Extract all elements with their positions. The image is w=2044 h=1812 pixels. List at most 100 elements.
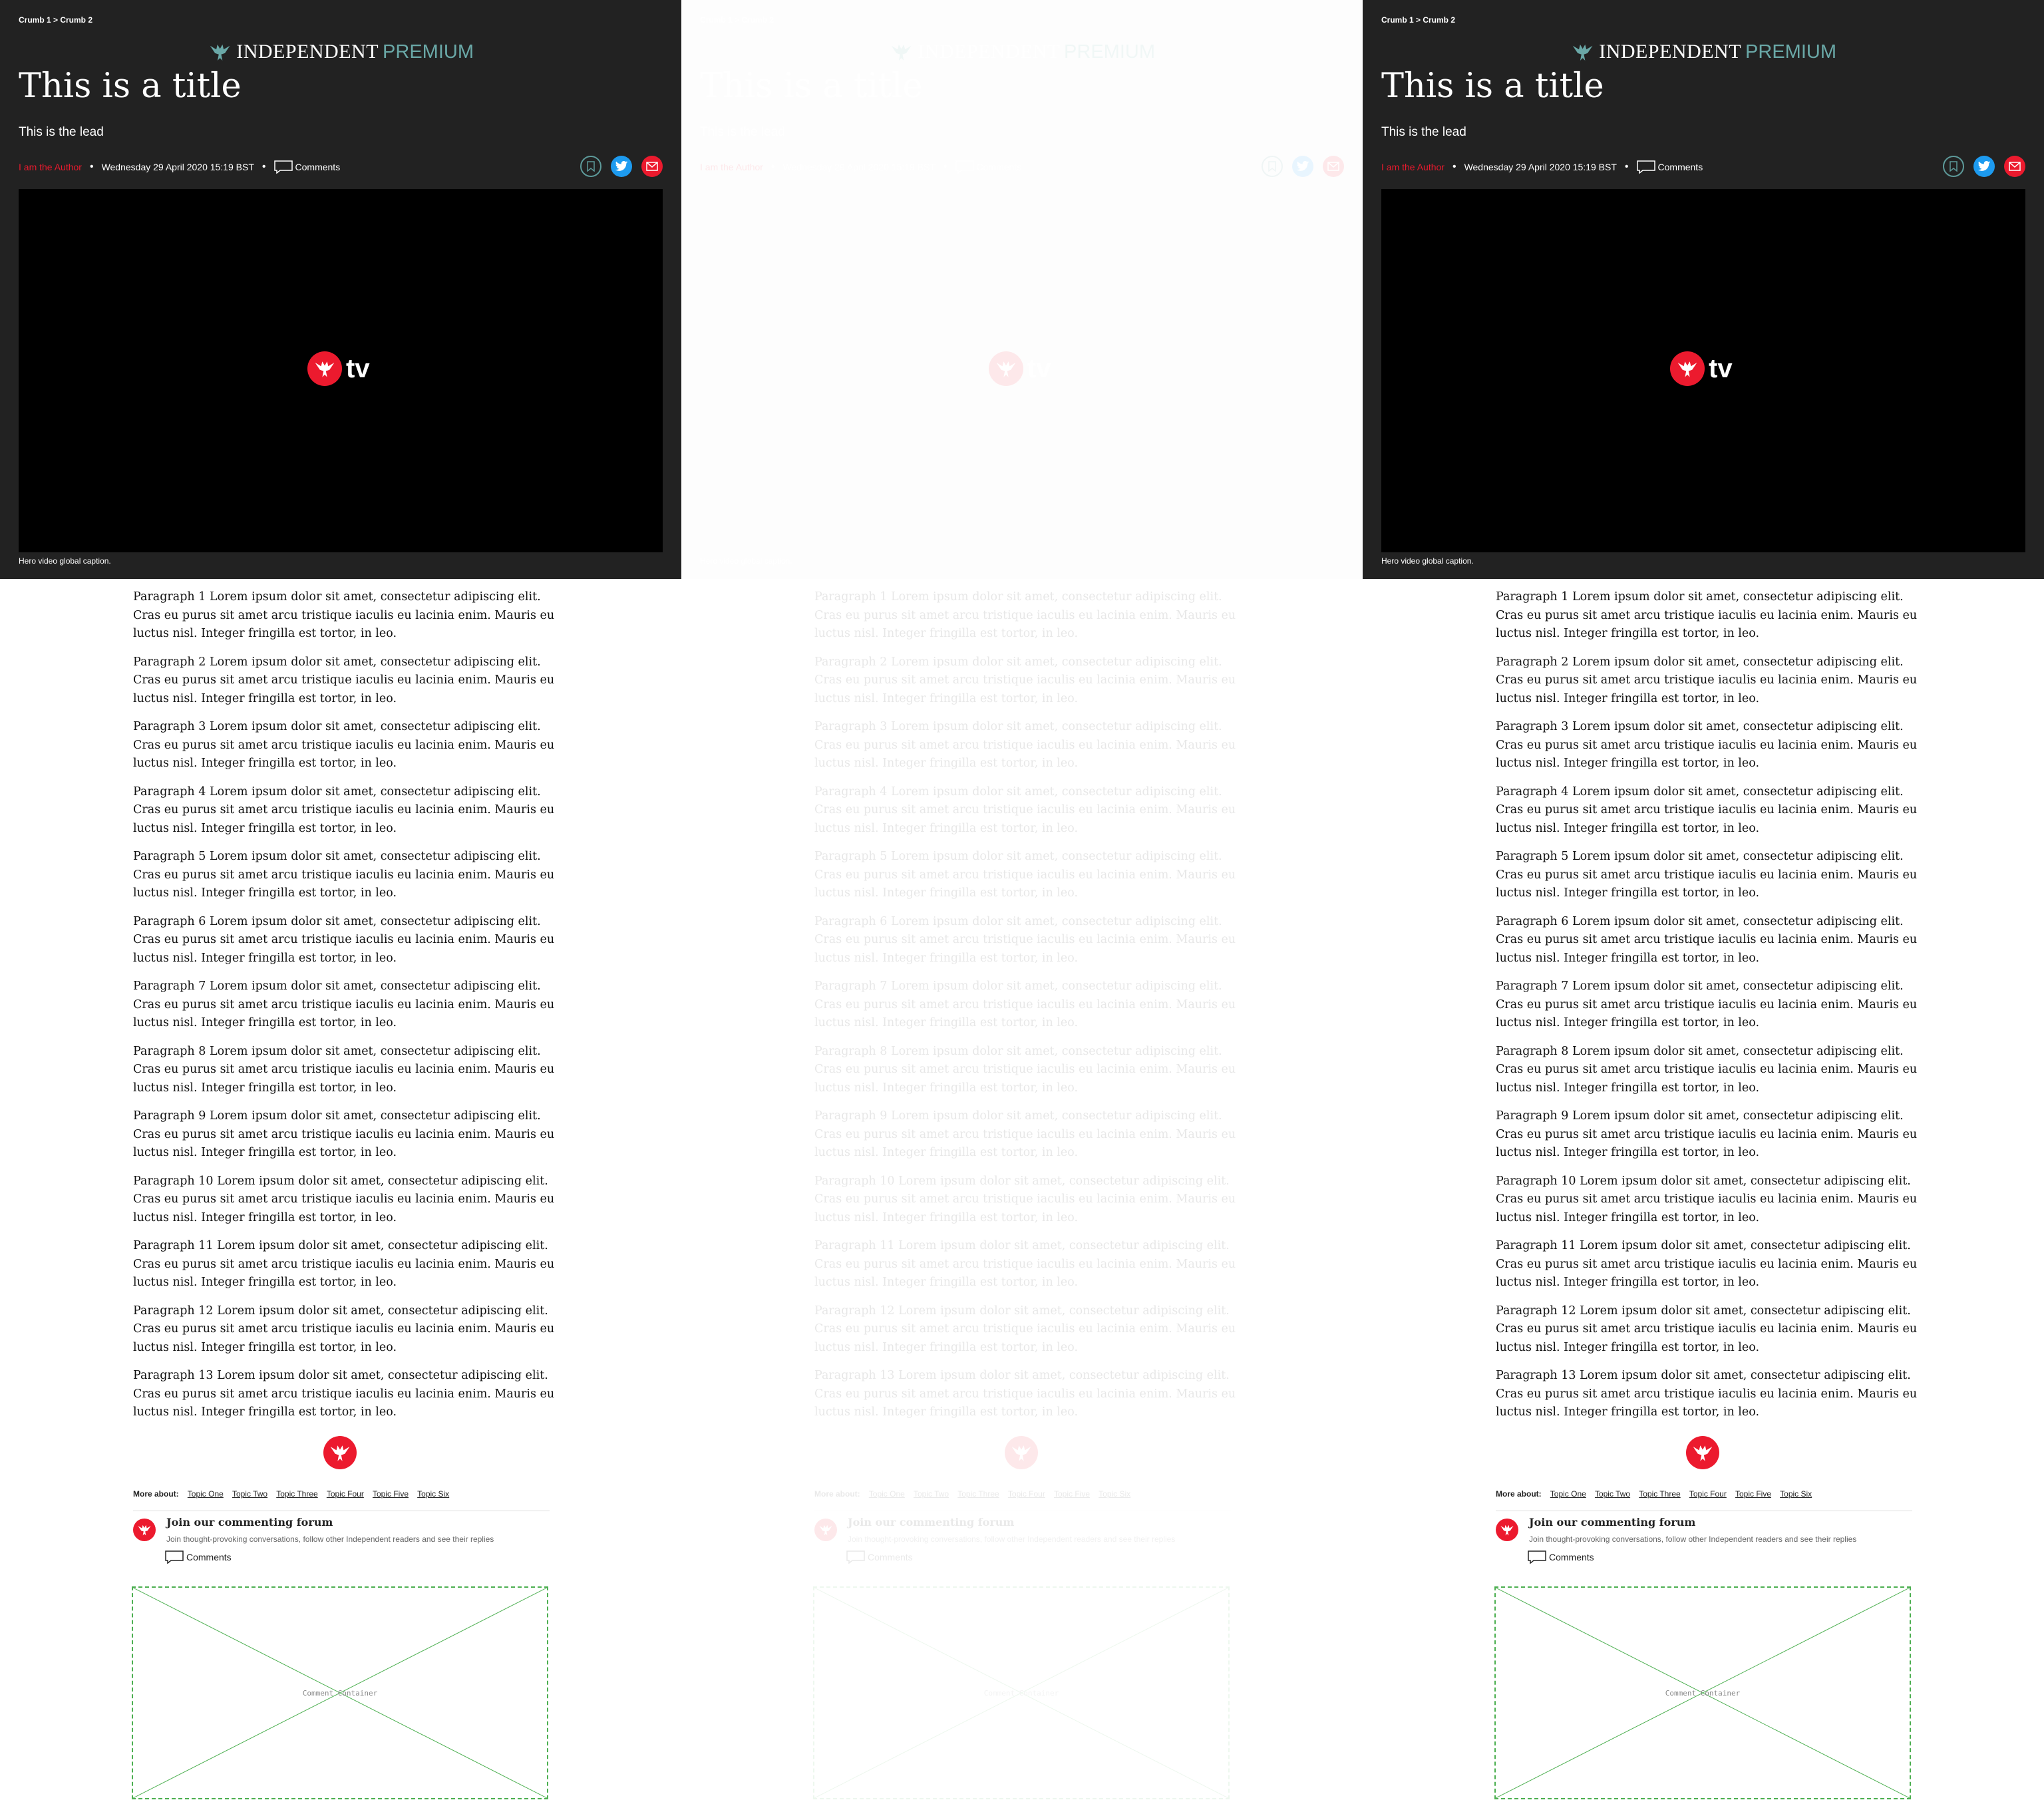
topic-link[interactable]: Topic Five [1054, 1489, 1090, 1499]
bookmark-button[interactable] [580, 156, 601, 177]
page-title: This is a title [700, 67, 923, 106]
eagle-icon [1011, 1445, 1031, 1461]
topic-link[interactable]: Topic Three [276, 1489, 317, 1499]
share-bar [580, 156, 663, 177]
page-title: This is a title [1381, 67, 1604, 106]
eagle-icon [1677, 361, 1697, 377]
article-body: Paragraph 1 Lorem ipsum dolor sit amet, … [133, 588, 559, 1432]
topic-link[interactable]: Topic Four [1008, 1489, 1045, 1499]
comments-link[interactable]: Comments [1658, 162, 1703, 172]
author-link[interactable]: I am the Author [1381, 162, 1445, 172]
breadcrumb[interactable]: Crumb 1 > Crumb 2 [19, 15, 92, 25]
forum-comments-link[interactable]: Comments [1528, 1550, 1594, 1564]
author-link[interactable]: I am the Author [19, 162, 82, 172]
comment-container-label: Comment Container [983, 1689, 1059, 1698]
topic-link[interactable]: Topic Two [1595, 1489, 1630, 1499]
article-paragraph: Paragraph 7 Lorem ipsum dolor sit amet, … [133, 980, 555, 1029]
article-paragraph: Paragraph 9 Lorem ipsum dolor sit amet, … [814, 1109, 1236, 1159]
topic-link[interactable]: Topic Five [1735, 1489, 1771, 1499]
forum-title: Join our commenting forum [166, 1516, 333, 1529]
eagle-logo-icon [210, 44, 230, 61]
article-hero: Crumb 1 > Crumb 2 INDEPENDENT PREMIUM Th… [681, 0, 1363, 579]
article-paragraph: Paragraph 3 Lorem ipsum dolor sit amet, … [133, 720, 555, 770]
byline-separator: • [89, 161, 94, 172]
twitter-share-button[interactable] [611, 156, 632, 177]
twitter-share-button[interactable] [1292, 156, 1313, 177]
topic-link[interactable]: Topic One [1550, 1489, 1586, 1499]
comment-icon [955, 160, 974, 174]
logo-wordmark: INDEPENDENT [1599, 41, 1742, 63]
comments-link[interactable]: Comments [977, 162, 1022, 172]
topic-link[interactable]: Topic Six [417, 1489, 449, 1499]
logo-wordmark: INDEPENDENT [918, 41, 1061, 63]
topic-link[interactable]: Topic Four [1689, 1489, 1727, 1499]
article-paragraph: Paragraph 13 Lorem ipsum dolor sit amet,… [814, 1369, 1236, 1419]
article-paragraph: Paragraph 10 Lorem ipsum dolor sit amet,… [133, 1174, 555, 1224]
comment-container-label: Comment Container [302, 1689, 378, 1698]
article-paragraph: Paragraph 5 Lorem ipsum dolor sit amet, … [133, 850, 555, 900]
article-lead: This is the lead [1381, 125, 1466, 139]
article-body: Paragraph 1 Lorem ipsum dolor sit amet, … [814, 588, 1240, 1432]
comments-link[interactable]: Comments [295, 162, 341, 172]
article-lead: This is the lead [700, 125, 785, 139]
forum-comments-link[interactable]: Comments [165, 1550, 232, 1564]
article-paragraph: Paragraph 12 Lorem ipsum dolor sit amet,… [814, 1304, 1236, 1354]
topic-link[interactable]: Topic Two [232, 1489, 267, 1499]
independent-premium-logo[interactable]: INDEPENDENT PREMIUM [889, 39, 1155, 65]
topic-link[interactable]: Topic Three [1639, 1489, 1680, 1499]
article-paragraph: Paragraph 12 Lorem ipsum dolor sit amet,… [1496, 1304, 1918, 1354]
comment-icon [1636, 160, 1655, 174]
independent-premium-logo[interactable]: INDEPENDENT PREMIUM [208, 39, 474, 65]
comment-icon [165, 1550, 184, 1564]
logo-premium-label: PREMIUM [1745, 41, 1836, 63]
independent-tv-logo: tv [1670, 351, 1733, 386]
comment-container-placeholder: Comment Container [1494, 1586, 1911, 1799]
topic-link[interactable]: Topic Three [957, 1489, 999, 1499]
forum-description: Join thought-provoking conversations, fo… [1529, 1535, 1857, 1544]
author-link[interactable]: I am the Author [700, 162, 763, 172]
bookmark-button[interactable] [1262, 156, 1283, 177]
video-caption: Hero video global caption. [19, 556, 111, 566]
commenting-forum-promo: Join our commenting forum Join thought-p… [1496, 1516, 1922, 1569]
bookmark-icon [587, 161, 595, 172]
eagle-logo-icon [1572, 44, 1593, 61]
byline-separator: • [943, 161, 947, 172]
commenting-forum-promo: Join our commenting forum Join thought-p… [133, 1516, 559, 1569]
forum-eagle-icon [1496, 1519, 1518, 1541]
article-paragraph: Paragraph 10 Lorem ipsum dolor sit amet,… [1496, 1174, 1918, 1224]
breadcrumb[interactable]: Crumb 1 > Crumb 2 [700, 15, 774, 25]
email-icon [1327, 162, 1339, 171]
article-end-eagle-icon [1005, 1436, 1038, 1469]
bookmark-button[interactable] [1943, 156, 1964, 177]
topic-link[interactable]: Topic Two [914, 1489, 949, 1499]
article-paragraph: Paragraph 7 Lorem ipsum dolor sit amet, … [814, 980, 1236, 1029]
byline: I am the Author • Wednesday 29 April 202… [1381, 160, 1703, 174]
forum-description: Join thought-provoking conversations, fo… [166, 1535, 494, 1544]
byline-separator: • [261, 161, 266, 172]
topic-link[interactable]: Topic One [188, 1489, 224, 1499]
article-hero: Crumb 1 > Crumb 2 INDEPENDENT PREMIUM Th… [1363, 0, 2044, 579]
topic-link[interactable]: Topic Five [373, 1489, 409, 1499]
topic-link[interactable]: Topic Six [1780, 1489, 1812, 1499]
forum-comments-link[interactable]: Comments [846, 1550, 913, 1564]
topic-link[interactable]: Topic One [869, 1489, 905, 1499]
page-title: This is a title [19, 67, 242, 106]
hero-video-player[interactable]: tv [700, 189, 1344, 552]
twitter-icon [615, 161, 628, 171]
more-about-topics: More about: Topic One Topic Two Topic Th… [814, 1489, 1231, 1511]
twitter-share-button[interactable] [1973, 156, 1995, 177]
email-share-button[interactable] [2004, 156, 2025, 177]
hero-video-player[interactable]: tv [19, 189, 663, 552]
breadcrumb[interactable]: Crumb 1 > Crumb 2 [1381, 15, 1455, 25]
independent-premium-logo[interactable]: INDEPENDENT PREMIUM [1570, 39, 1836, 65]
email-share-button[interactable] [641, 156, 663, 177]
article-paragraph: Paragraph 6 Lorem ipsum dolor sit amet, … [814, 914, 1236, 965]
topic-link[interactable]: Topic Four [327, 1489, 364, 1499]
publish-date: Wednesday 29 April 2020 15:19 BST [782, 162, 936, 172]
tv-label: tv [1709, 353, 1733, 383]
topic-link[interactable]: Topic Six [1099, 1489, 1130, 1499]
article-panel-faded: Crumb 1 > Crumb 2 INDEPENDENT PREMIUM Th… [681, 0, 1363, 1812]
email-share-button[interactable] [1323, 156, 1344, 177]
hero-video-player[interactable]: tv [1381, 189, 2025, 552]
article-paragraph: Paragraph 6 Lorem ipsum dolor sit amet, … [1496, 914, 1918, 965]
